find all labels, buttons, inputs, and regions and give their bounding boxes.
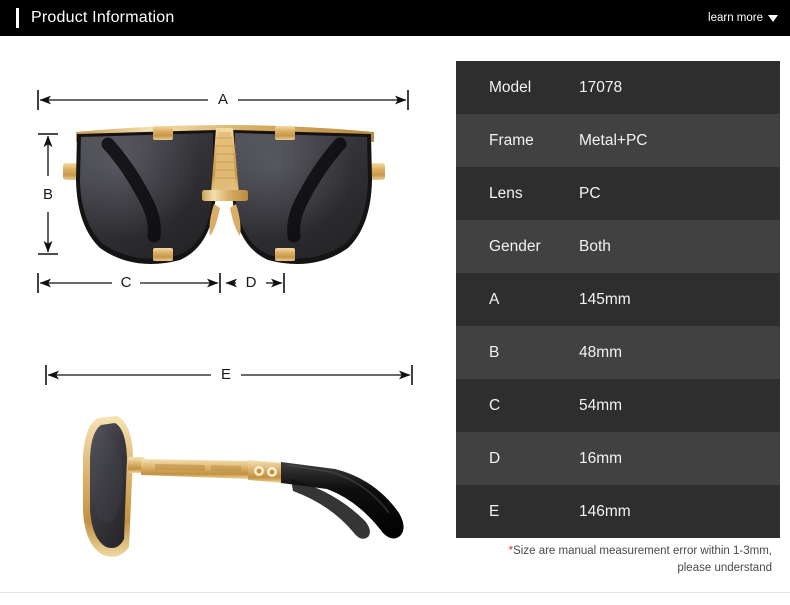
spec-key: B [489,343,500,361]
spec-value: 16mm [579,449,623,467]
page-title: Product Information [31,9,175,26]
dimension-c: C [37,273,221,293]
spec-key: D [489,449,501,467]
dimension-a-label: A [218,91,228,108]
header-accent-bar [16,8,19,28]
bottom-divider [0,592,790,593]
chevron-down-icon [768,14,778,22]
note-line-2: please understand [677,561,772,574]
specification-table: Model 17078 Frame Metal+PC Lens PC Gende… [456,61,780,538]
product-information-page: Product Information learn more A B C D E… [0,0,790,605]
spec-value: 54mm [579,396,623,414]
sunglasses-side-image [83,416,404,557]
table-row: Model 17078 [456,61,780,114]
spec-value: PC [579,184,601,202]
dimension-d: D [225,273,285,293]
table-row: A 145mm [456,273,780,326]
sunglasses-front-image [63,125,385,264]
dimension-b-label: B [43,186,53,203]
dimension-e: E [45,365,413,385]
diagram-panel: A B C D E [0,36,455,581]
spec-value: Both [579,237,611,255]
spec-key: Lens [489,184,523,202]
learn-more-label: learn more [708,12,763,24]
table-row: C 54mm [456,379,780,432]
dimension-b: B [38,133,58,255]
measurement-note: *Size are manual measurement error withi… [456,543,780,576]
table-row: Frame Metal+PC [456,114,780,167]
dimension-e-label: E [221,366,231,383]
spec-key: Frame [489,131,534,149]
learn-more-button[interactable]: learn more [708,12,778,24]
spec-value: Metal+PC [579,131,648,149]
table-row: B 48mm [456,326,780,379]
spec-value: 145mm [579,290,631,308]
page-header: Product Information learn more [0,0,790,36]
note-line-1: Size are manual measurement error within… [513,545,772,557]
table-row: D 16mm [456,432,780,485]
spec-key: C [489,396,501,414]
sunglasses-front-diagram: A B C D [37,90,409,293]
spec-value: 48mm [579,343,623,361]
dimension-c-label: C [121,274,132,291]
spec-value: 17078 [579,78,623,96]
dimension-a: A [37,90,409,110]
table-row: E 146mm [456,485,780,538]
spec-key: Gender [489,237,541,255]
sunglasses-side-diagram: E [45,365,413,557]
table-row: Lens PC [456,167,780,220]
spec-key: Model [489,78,532,96]
dimension-d-label: D [246,274,257,291]
table-row: Gender Both [456,220,780,273]
spec-value: 146mm [579,502,631,520]
spec-key: A [489,290,500,308]
spec-key: E [489,502,500,520]
